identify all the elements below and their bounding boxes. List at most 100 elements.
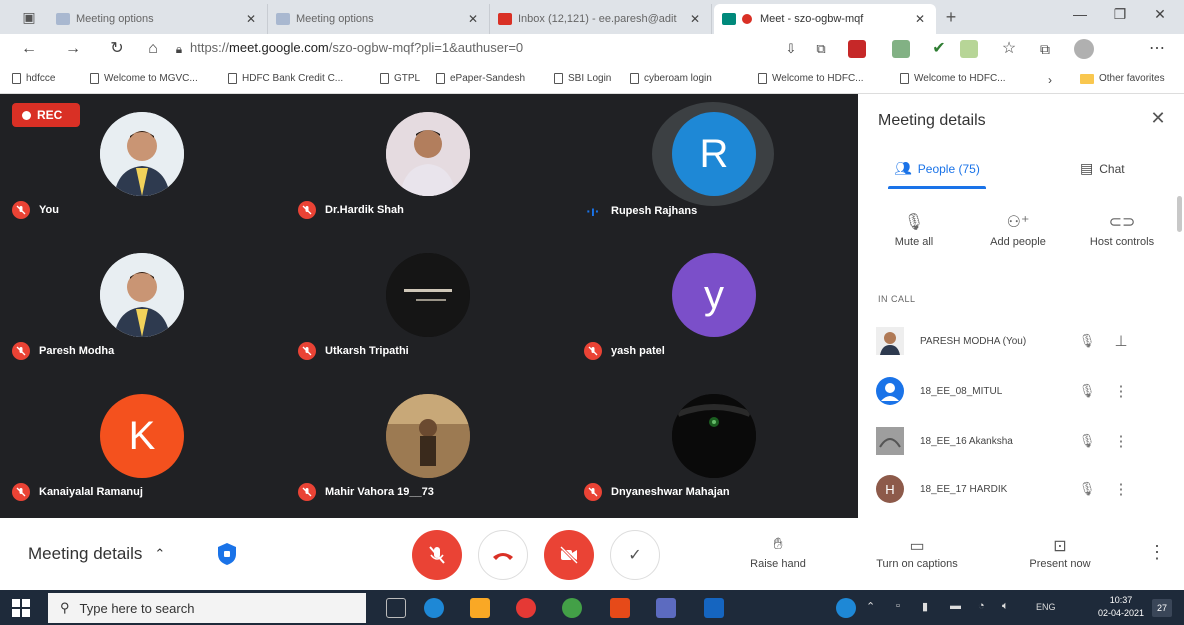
office-icon[interactable] [610,598,630,618]
other-favorites[interactable]: Other favorites [1080,73,1165,84]
close-tab-icon[interactable]: ✕ [465,12,481,26]
wifi-icon[interactable]: ◔ [978,600,985,612]
meeting-details-button[interactable]: Meeting details ⌃ [28,544,165,564]
extension-icon[interactable] [892,40,910,58]
minimize-icon[interactable]: — [1060,6,1100,22]
participant-row[interactable]: H 18_EE_17 HARDIK 🎙︎ ⋮ [876,470,1176,508]
page-icon [228,73,237,84]
network-icon[interactable]: ▬ [950,600,961,612]
chevron-right-icon[interactable]: › [1048,73,1052,87]
collections-icon[interactable]: ⧉ [1034,38,1056,60]
mic-off-icon[interactable]: 🎙︎ [1070,333,1104,349]
language-indicator[interactable]: ENG [1036,602,1056,612]
participant-tile[interactable]: K Kanaiyalal Ramanuj [0,376,286,517]
tray-icon[interactable]: ▫ [896,600,900,612]
file-explorer-icon[interactable] [470,598,490,618]
check-extension-icon[interactable]: ✔ [928,38,950,60]
forward-icon[interactable]: → [62,38,84,60]
new-tab-icon[interactable]: + [940,6,962,28]
microphone-toggle-button[interactable] [412,530,462,580]
app-icon[interactable] [704,598,724,618]
more-options-icon[interactable]: ⋮ [1104,382,1138,400]
mic-off-icon[interactable]: 🎙︎ [1070,383,1104,399]
edge-icon[interactable] [424,598,444,618]
close-panel-icon[interactable]: ✕ [1146,108,1170,129]
bookmark-item[interactable]: Welcome to HDFC... [900,73,1006,84]
participant-row[interactable]: 18_EE_08_MITUL 🎙︎ ⋮ [876,372,1176,410]
add-people-button[interactable]: ⚇⁺ Add people [970,210,1066,248]
task-view-icon[interactable] [386,598,406,618]
bookmark-item[interactable]: Welcome to HDFC... [758,73,864,84]
notification-center-icon[interactable]: 27 [1152,599,1172,617]
volume-icon[interactable]: 🔈︎ [1002,600,1009,613]
pin-icon[interactable]: ⊥ [1104,332,1138,350]
reader-icon[interactable]: ⧉ [810,38,832,60]
participant-row[interactable]: PARESH MODHA (You) 🎙︎ ⊥ [876,322,1176,360]
mic-off-icon[interactable]: 🎙︎ [1070,433,1104,449]
checkmark-button[interactable]: ✓ [610,530,660,580]
participant-tile[interactable]: Dnyaneshwar Mahajan [572,376,858,517]
app-icon[interactable] [656,598,676,618]
camera-toggle-button[interactable] [544,530,594,580]
bookmark-item[interactable]: SBI Login [554,73,611,84]
bookmark-item[interactable]: GTPL [380,73,420,84]
extension-icon[interactable] [960,40,978,58]
windows-start-icon[interactable] [12,599,30,617]
host-controls-button[interactable]: ⊂⊃ Host controls [1074,210,1170,248]
url-field[interactable]: https://meet.google.com/szo-ogbw-mqf?pli… [190,40,523,55]
whatsapp-icon[interactable] [562,598,582,618]
bookmark-item[interactable]: Welcome to MGVC... [90,73,198,84]
chevron-up-icon[interactable]: ⌃ [866,600,875,613]
more-options-icon[interactable]: ⋮ [1104,480,1138,498]
browser-tab[interactable]: Meeting options ✕ [268,4,490,34]
more-options-icon[interactable]: ⋮ [1104,432,1138,450]
mic-off-icon[interactable]: 🎙︎ [1070,481,1104,497]
close-tab-icon[interactable]: ✕ [243,12,259,26]
restore-icon[interactable]: ❐ [1100,6,1140,23]
close-tab-icon[interactable]: ✕ [912,12,928,26]
participant-tile[interactable]: Dr.Hardik Shah [286,94,572,235]
more-options-icon[interactable]: ⋮ [1148,542,1166,563]
chrome-icon[interactable] [516,598,536,618]
participant-tile-speaking[interactable]: R ·ı· Rupesh Rajhans [572,94,858,235]
back-icon[interactable]: ← [18,38,40,60]
favorites-icon[interactable]: ☆ [998,38,1020,60]
participant-tile[interactable]: y yash patel [572,235,858,376]
read-aloud-icon[interactable]: ⇩ [780,38,802,60]
tab-people[interactable]: 👥︎ People (75) [894,160,980,177]
participant-tile[interactable]: You [0,94,286,235]
taskbar-search[interactable]: ⚲ Type here to search [48,593,366,623]
battery-icon[interactable]: ▮ [922,600,928,613]
help-icon[interactable] [836,598,856,618]
browser-tab-gmail[interactable]: Inbox (12,121) - ee.paresh@adit ✕ [490,4,712,34]
leave-call-button[interactable] [478,530,528,580]
bookmark-item[interactable]: hdfcce [12,73,55,84]
more-menu-icon[interactable]: ⋯ [1146,38,1168,60]
captions-button[interactable]: ▭ Turn on captions [862,536,972,570]
profile-avatar[interactable] [1074,39,1094,59]
panel-scrollbar[interactable] [1177,196,1182,232]
shield-icon[interactable] [216,542,238,566]
close-window-icon[interactable]: ✕ [1140,6,1180,23]
participant-row[interactable]: 18_EE_16 Akanksha 🎙︎ ⋮ [876,422,1176,460]
extension-icon[interactable] [848,40,866,58]
close-tab-icon[interactable]: ✕ [687,12,703,26]
tab-chat[interactable]: ▤ Chat [1080,160,1125,177]
raise-hand-button[interactable]: ✋︎ Raise hand [738,536,818,570]
home-icon[interactable]: ⌂ [142,38,164,60]
page-icon [90,73,99,84]
present-now-button[interactable]: ⊡ Present now [1020,536,1100,570]
bookmark-item[interactable]: HDFC Bank Credit C... [228,73,343,84]
participant-tile[interactable]: Mahir Vahora 19__73 [286,376,572,517]
bookmark-item[interactable]: cyberoam login [630,73,712,84]
bookmark-item[interactable]: ePaper-Sandesh [436,73,525,84]
browser-tab[interactable]: Meeting options ✕ [48,4,268,34]
browser-tab-meet[interactable]: Meet - szo-ogbw-mqf ✕ [714,4,936,34]
refresh-icon[interactable]: ↻ [106,38,128,60]
participant-tile[interactable]: Paresh Modha [0,235,286,376]
lock-icon[interactable]: 🔒︎ [168,38,190,60]
mute-all-button[interactable]: 🎙︎ Mute all [866,210,962,248]
taskbar-clock[interactable]: 10:37 02-04-2021 [1098,594,1144,620]
participant-tile[interactable]: Utkarsh Tripathi [286,235,572,376]
tab-actions-icon[interactable]: ▣ [18,6,40,28]
